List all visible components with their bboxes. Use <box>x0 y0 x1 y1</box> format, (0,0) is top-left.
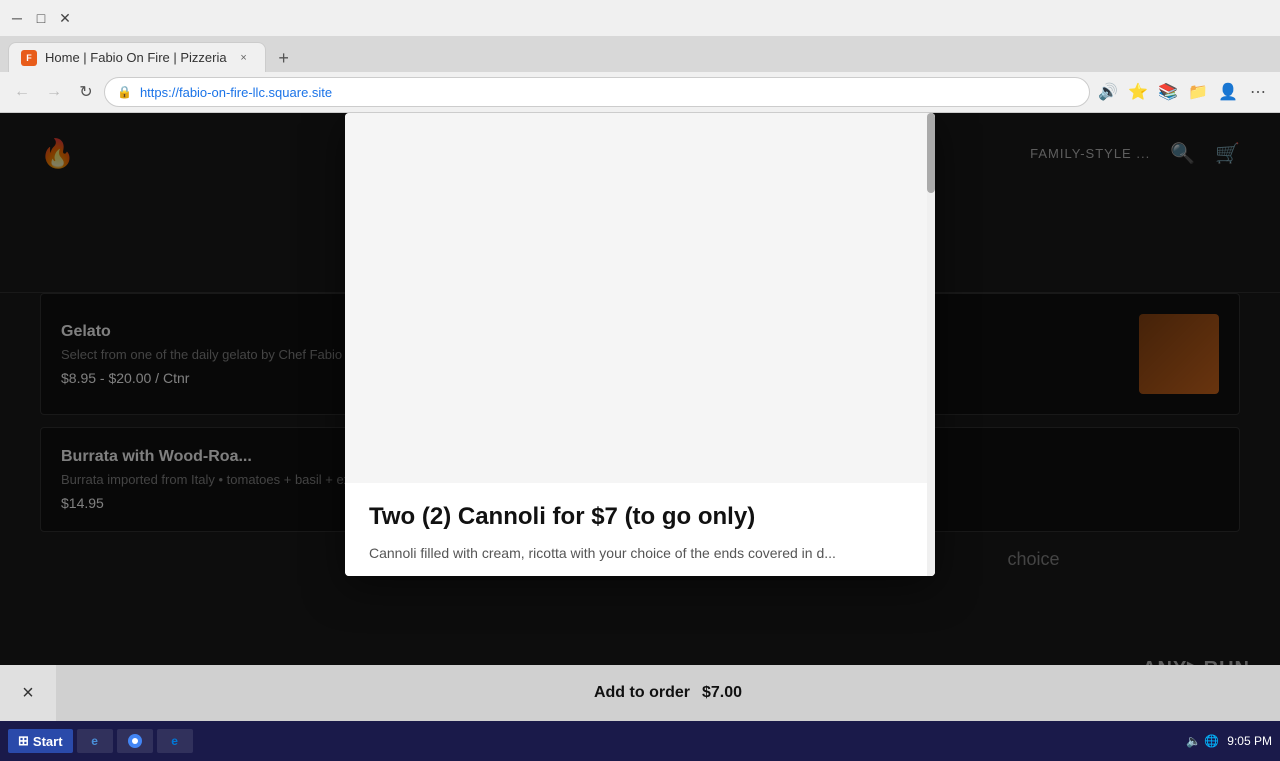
taskbar-edge[interactable]: e <box>157 729 193 753</box>
modal-product-description: Cannoli filled with cream, ricotta with … <box>345 543 935 576</box>
taskbar-time-text: 9:05 PM <box>1227 733 1272 750</box>
tab-title: Home | Fabio On Fire | Pizzeria <box>45 50 227 65</box>
modal-content: Two (2) Cannoli for $7 (to go only) Cann… <box>345 483 935 576</box>
title-bar-left: ─ □ ✕ <box>8 9 74 27</box>
back-button[interactable]: ← <box>8 78 36 106</box>
taskbar-chrome[interactable] <box>117 729 153 753</box>
tab-bar: F Home | Fabio On Fire | Pizzeria × + <box>0 36 1280 72</box>
add-to-order-label: Add to order <box>594 684 690 702</box>
modal-product-title: Two (2) Cannoli for $7 (to go only) <box>369 503 911 531</box>
start-button[interactable]: ⊞ Start <box>8 729 73 753</box>
minimize-button[interactable]: ─ <box>8 9 26 27</box>
ie-icon: e <box>87 733 103 749</box>
favorites-button[interactable]: 📚 <box>1154 78 1182 106</box>
add-to-order-bar: × Add to order $7.00 <box>0 665 1280 721</box>
add-to-favorites-button[interactable]: ⭐ <box>1124 78 1152 106</box>
add-to-order-price: $7.00 <box>702 684 742 702</box>
modal-scrollbar-track[interactable] <box>927 113 935 576</box>
read-aloud-button[interactable]: 🔊 <box>1094 78 1122 106</box>
modal-dialog: Two (2) Cannoli for $7 (to go only) Cann… <box>345 113 935 576</box>
refresh-button[interactable]: ↻ <box>72 78 100 106</box>
url-text: https://fabio-on-fire-llc.square.site <box>140 85 1077 100</box>
start-icon: ⊞ <box>18 733 29 749</box>
title-bar: ─ □ ✕ <box>0 0 1280 36</box>
address-bar-row: ← → ↻ 🔒 https://fabio-on-fire-llc.square… <box>0 72 1280 112</box>
close-window-button[interactable]: ✕ <box>56 9 74 27</box>
modal-title-section: Two (2) Cannoli for $7 (to go only) <box>345 483 935 543</box>
taskbar-ie[interactable]: e <box>77 729 113 753</box>
taskbar-icons: 🔈 🌐 <box>1186 734 1219 748</box>
lock-icon: 🔒 <box>117 85 132 99</box>
chrome-icon <box>127 733 143 749</box>
add-to-order-button[interactable]: Add to order $7.00 <box>56 665 1280 721</box>
collections-button[interactable]: 📁 <box>1184 78 1212 106</box>
tab-favicon: F <box>21 50 37 66</box>
edge-icon: e <box>167 733 183 749</box>
modal-scrollbar-thumb[interactable] <box>927 113 935 193</box>
taskbar: ⊞ Start e e 🔈 🌐 9:05 PM <box>0 721 1280 761</box>
page-background: 🔥 FAMILY-STYLE ... 🔍 🛒 ▲ Gelato Select f… <box>0 113 1280 721</box>
more-button[interactable]: ⋯ <box>1244 78 1272 106</box>
address-bar[interactable]: 🔒 https://fabio-on-fire-llc.square.site <box>104 77 1090 107</box>
tab-close-button[interactable]: × <box>235 49 253 67</box>
taskbar-clock: 9:05 PM <box>1227 733 1272 750</box>
browser-chrome: ─ □ ✕ F Home | Fabio On Fire | Pizzeria … <box>0 0 1280 113</box>
profile-button[interactable]: 👤 <box>1214 78 1242 106</box>
taskbar-right: 🔈 🌐 9:05 PM <box>1186 733 1272 750</box>
modal-close-button[interactable]: × <box>0 665 56 721</box>
active-tab[interactable]: F Home | Fabio On Fire | Pizzeria × <box>8 42 266 72</box>
maximize-button[interactable]: □ <box>32 9 50 27</box>
browser-actions: 🔊 ⭐ 📚 📁 👤 ⋯ <box>1094 78 1272 106</box>
new-tab-button[interactable]: + <box>270 44 298 72</box>
start-label: Start <box>33 734 63 749</box>
forward-button[interactable]: → <box>40 78 68 106</box>
modal-product-image <box>345 113 935 483</box>
